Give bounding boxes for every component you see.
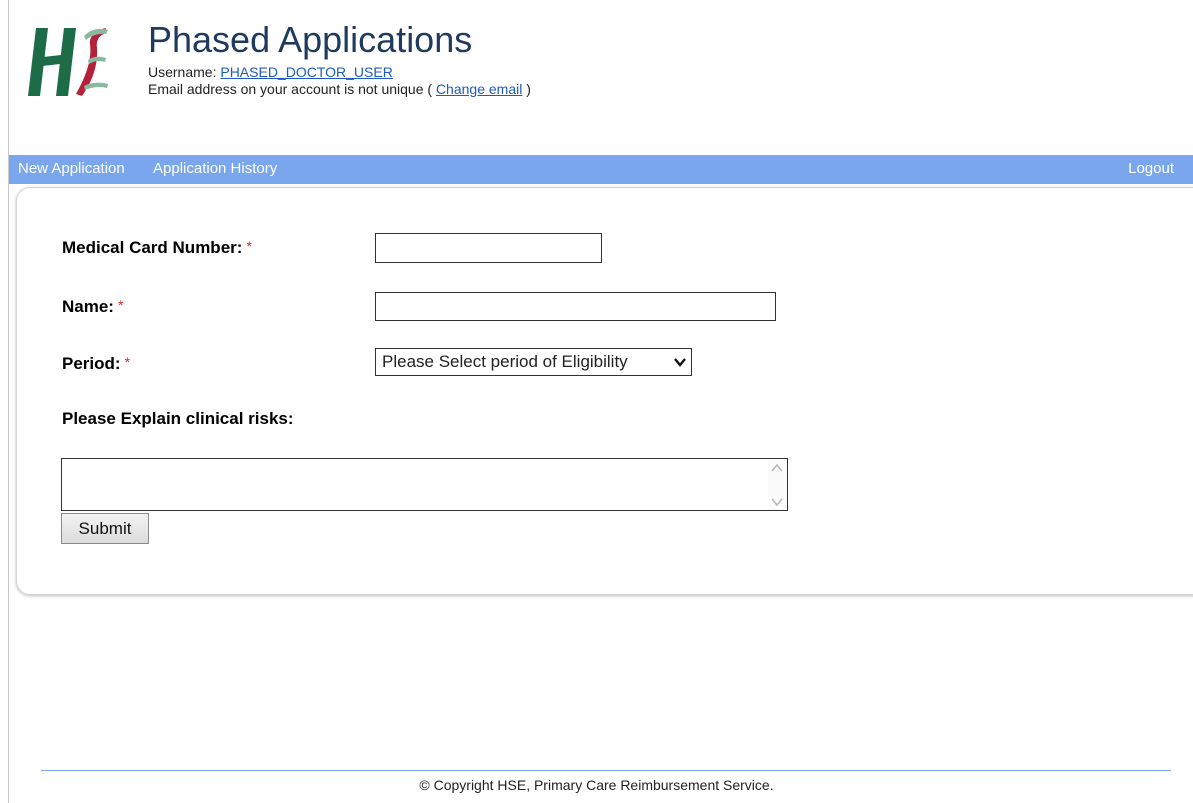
email-notice-close: ) — [522, 81, 531, 97]
period-label-text: Period: — [62, 354, 121, 373]
username-label: Username: — [148, 64, 221, 80]
email-notice-text: Email address on your account is not uni… — [148, 81, 436, 97]
period-label: Period: * — [62, 354, 130, 374]
name-input[interactable] — [375, 292, 776, 321]
footer-divider — [41, 770, 1171, 771]
username-line: Username: PHASED_DOCTOR_USER — [148, 64, 393, 80]
name-label: Name: * — [62, 297, 123, 317]
textarea-scrollbar[interactable] — [768, 460, 786, 510]
medical-card-label-text: Medical Card Number: — [62, 238, 243, 257]
nav-logout[interactable]: Logout — [1128, 160, 1174, 177]
nav-application-history[interactable]: Application History — [153, 160, 277, 177]
required-marker: * — [124, 354, 131, 370]
copyright-text: © Copyright HSE, Primary Care Reimbursem… — [419, 777, 774, 793]
name-label-text: Name: — [62, 297, 114, 316]
required-marker: * — [117, 297, 124, 313]
required-marker: * — [246, 238, 252, 254]
header: Phased Applications Username: PHASED_DOC… — [0, 0, 1193, 155]
period-select[interactable]: Please Select period of Eligibility — [375, 348, 692, 376]
chevron-up-icon[interactable] — [771, 463, 783, 473]
clinical-risks-label: Please Explain clinical risks: — [62, 409, 294, 428]
medical-card-number-input[interactable] — [375, 233, 602, 263]
app-title: Phased Applications — [148, 19, 473, 60]
chevron-down-icon[interactable] — [771, 497, 783, 507]
period-select-value: Please Select period of Eligibility — [382, 352, 628, 371]
nav-bar: New Application Application History Logo… — [9, 155, 1193, 184]
submit-button[interactable]: Submit — [61, 513, 149, 544]
medical-card-label: Medical Card Number: * — [62, 238, 252, 258]
email-notice-line: Email address on your account is not uni… — [148, 81, 531, 97]
clinical-risks-textarea[interactable] — [61, 458, 788, 511]
chevron-down-icon — [674, 358, 686, 367]
username-link[interactable]: PHASED_DOCTOR_USER — [220, 64, 392, 80]
nav-new-application[interactable]: New Application — [18, 160, 125, 177]
hse-logo — [28, 28, 108, 96]
change-email-link[interactable]: Change email — [436, 81, 522, 97]
